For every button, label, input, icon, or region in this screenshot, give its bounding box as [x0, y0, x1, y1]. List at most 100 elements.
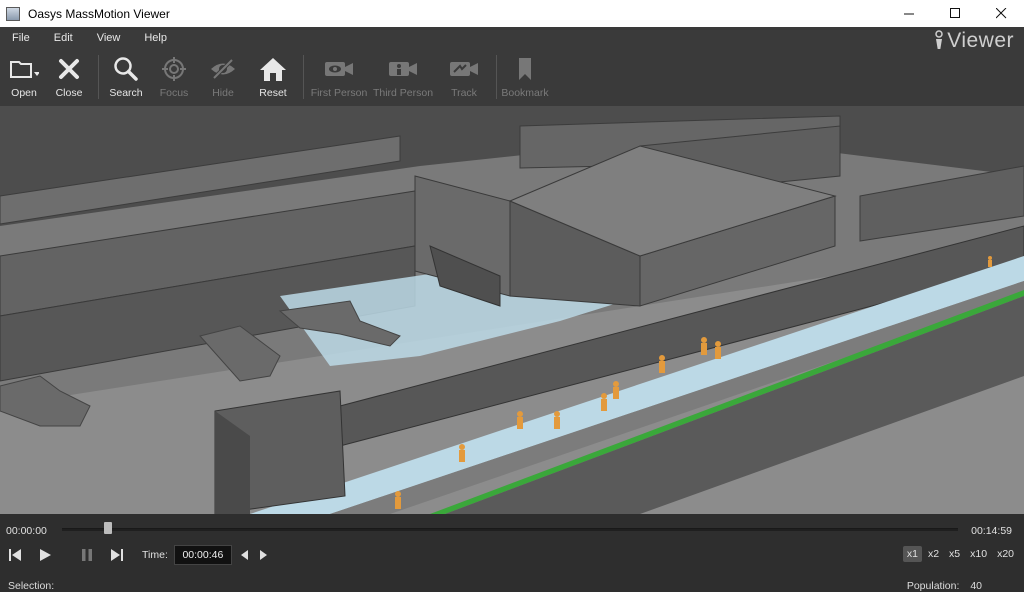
camera-eye-icon: [324, 54, 354, 84]
menu-file[interactable]: File: [0, 32, 42, 44]
app-icon: [6, 6, 20, 21]
speed-x5[interactable]: x5: [945, 546, 964, 562]
agent-body: [459, 450, 465, 462]
toolbar-separator: [98, 55, 99, 99]
reset-label: Reset: [259, 87, 287, 99]
playback-controls: Time: 00:00:46: [0, 544, 272, 566]
hide-button[interactable]: Hide: [199, 49, 247, 106]
agent-body: [988, 260, 992, 267]
track-button[interactable]: Track: [436, 49, 492, 106]
skip-end-icon: [111, 549, 123, 561]
agent-body: [715, 347, 721, 359]
step-back-button[interactable]: [236, 545, 254, 565]
bookmark-label: Bookmark: [501, 87, 549, 99]
crosshair-icon: [161, 54, 187, 84]
folder-icon: [9, 54, 39, 84]
population-caption: Population:: [906, 580, 960, 592]
step-forward-button[interactable]: [254, 545, 272, 565]
track-label: Track: [451, 87, 477, 99]
timeline-end: 00:14:59: [971, 525, 1012, 537]
triangle-left-icon: [240, 550, 248, 560]
triangle-right-icon: [259, 550, 267, 560]
agent-body: [554, 417, 560, 429]
agent: [395, 491, 401, 497]
search-icon: [113, 54, 139, 84]
maximize-button[interactable]: [932, 0, 978, 27]
maximize-icon: [949, 8, 960, 18]
agent-body: [659, 361, 665, 373]
speed-selector: x1 x2 x5 x10 x20: [901, 544, 1018, 564]
search-button[interactable]: Search: [103, 49, 149, 106]
close-icon: [995, 8, 1006, 19]
scene-viewport[interactable]: [0, 106, 1024, 514]
current-time-field[interactable]: 00:00:46: [173, 545, 232, 565]
minimize-button[interactable]: [886, 0, 932, 27]
eye-slash-icon: [209, 54, 237, 84]
agent: [459, 444, 465, 450]
agent: [659, 355, 665, 361]
agent-body: [701, 343, 707, 355]
camera-person-icon: [388, 54, 418, 84]
pause-icon: [82, 549, 92, 561]
close-window-button[interactable]: [978, 0, 1024, 27]
window-controls: [886, 0, 1024, 27]
agent: [988, 256, 992, 260]
timeline-start: 00:00:00: [6, 525, 47, 537]
agent: [701, 337, 707, 343]
close-button[interactable]: Close: [44, 49, 94, 106]
first-person-label: First Person: [310, 87, 368, 99]
home-icon: [259, 54, 287, 84]
skip-start-icon: [9, 549, 21, 561]
close-label: Close: [55, 87, 83, 99]
menu-bar: File Edit View Help: [0, 27, 1024, 49]
hide-label: Hide: [212, 87, 234, 99]
agent-body: [517, 417, 523, 429]
population-label: Population: 40: [907, 580, 982, 592]
speed-x1[interactable]: x1: [902, 546, 922, 562]
minimize-icon: [903, 13, 914, 15]
third-person-button[interactable]: Third Person: [370, 49, 436, 106]
playback-panel: 00:00:00 00:14:59 Time: 00:00:46 x1 x2 x…: [0, 514, 1024, 592]
focus-button[interactable]: Focus: [149, 49, 199, 106]
first-person-button[interactable]: First Person: [308, 49, 370, 106]
agent-body: [613, 387, 619, 399]
open-button[interactable]: Open: [4, 49, 44, 106]
close-x-icon: [58, 54, 80, 84]
search-label: Search: [109, 87, 143, 99]
selection-label: Selection:: [8, 580, 55, 592]
agent: [517, 411, 523, 417]
bookmark-button[interactable]: Bookmark: [501, 49, 549, 106]
speed-x20[interactable]: x20: [993, 546, 1018, 562]
speed-x2[interactable]: x2: [924, 546, 943, 562]
time-label: Time:: [142, 549, 168, 561]
agent: [601, 393, 607, 399]
menu-view[interactable]: View: [85, 32, 133, 44]
reset-button[interactable]: Reset: [247, 49, 299, 106]
focus-label: Focus: [159, 87, 189, 99]
menu-edit[interactable]: Edit: [42, 32, 85, 44]
play-icon: [40, 549, 51, 561]
timeline-track[interactable]: [62, 528, 958, 531]
title-bar: Oasys MassMotion Viewer: [0, 0, 1024, 27]
skip-to-end-button[interactable]: [102, 544, 132, 566]
open-label: Open: [11, 87, 37, 99]
agent: [554, 411, 560, 417]
timeline-slider-thumb[interactable]: [103, 522, 112, 534]
camera-track-icon: [449, 54, 479, 84]
skip-to-start-button[interactable]: [0, 544, 30, 566]
speed-x10[interactable]: x10: [966, 546, 991, 562]
toolbar: Open Close Search Focus Hide Reset First…: [0, 49, 1024, 106]
agent: [715, 341, 721, 347]
pause-button[interactable]: [72, 544, 102, 566]
scene-render: [0, 115, 1024, 514]
toolbar-separator: [496, 55, 497, 99]
menu-help[interactable]: Help: [132, 32, 179, 44]
play-button[interactable]: [30, 544, 60, 566]
agent-body: [601, 399, 607, 411]
third-person-label: Third Person: [372, 87, 434, 99]
agent: [613, 381, 619, 387]
window-title: Oasys MassMotion Viewer: [28, 6, 170, 21]
bookmark-icon: [517, 54, 533, 84]
agent-body: [395, 497, 401, 509]
toolbar-separator: [303, 55, 304, 99]
